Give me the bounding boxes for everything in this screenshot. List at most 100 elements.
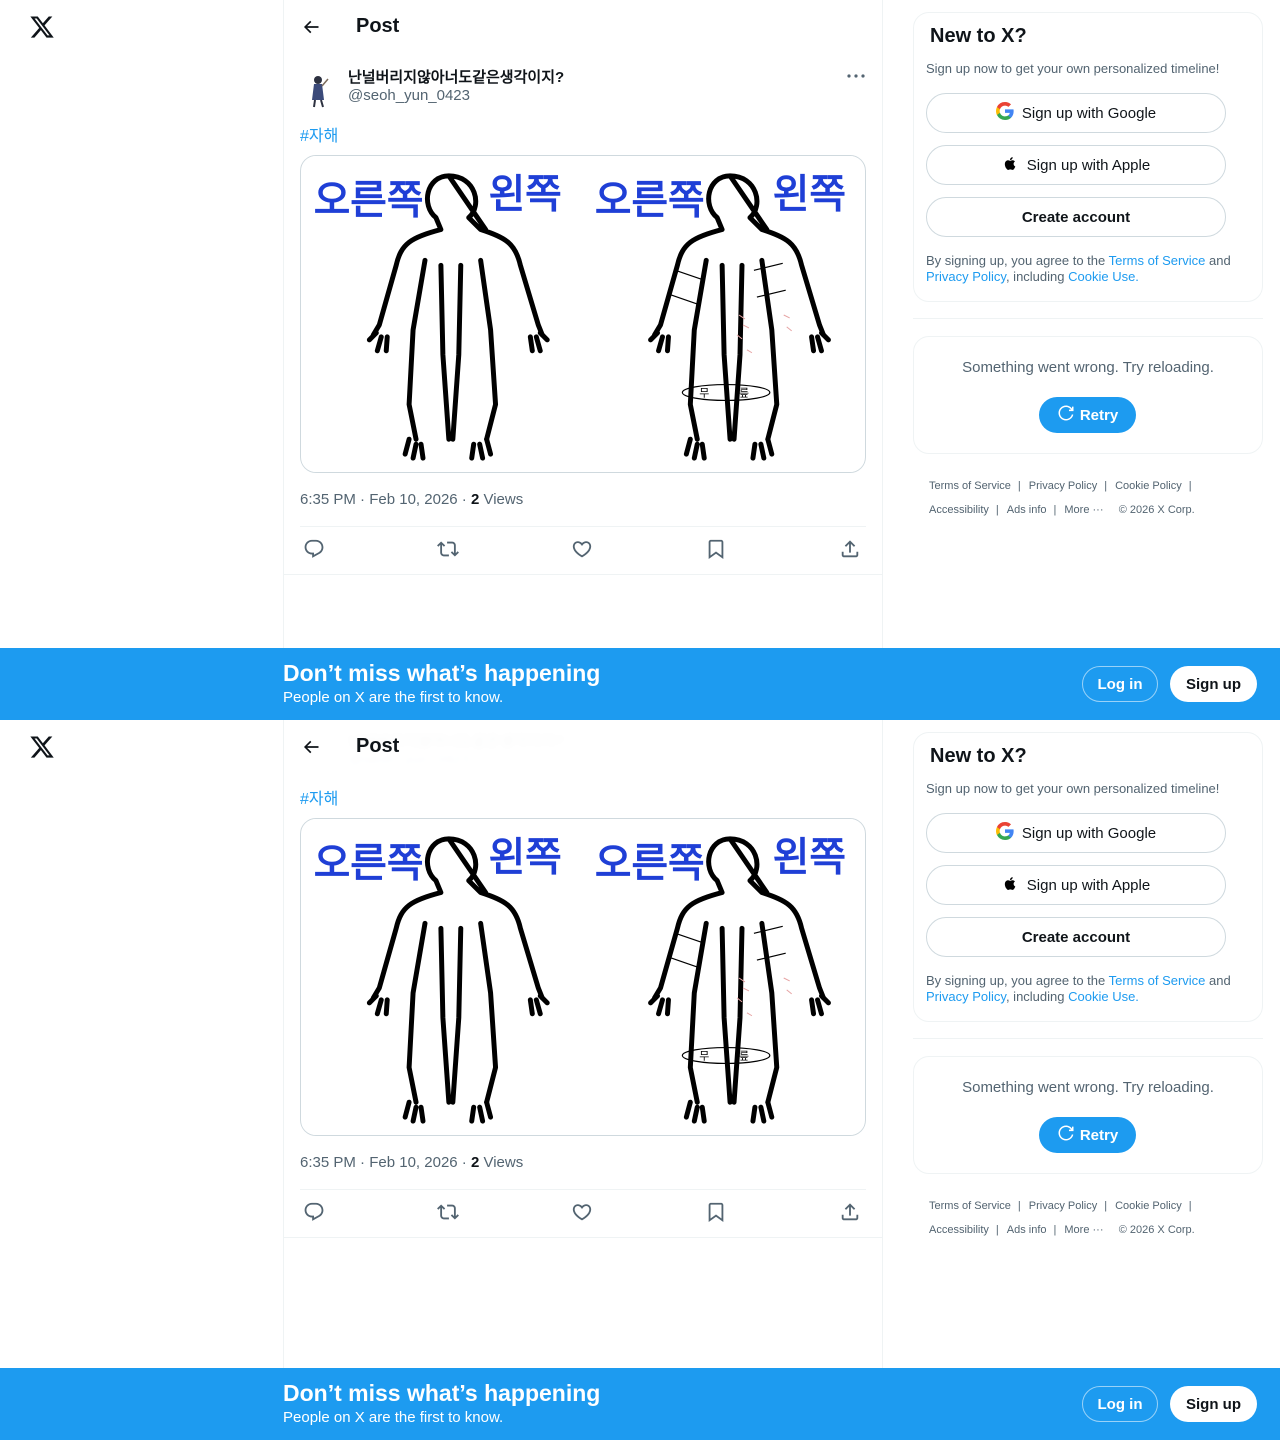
banner-title: Don’t miss what’s happening <box>283 660 601 686</box>
cookie-use-link[interactable]: Cookie Use. <box>1068 989 1139 1004</box>
back-arrow-icon[interactable] <box>301 737 321 757</box>
avatar[interactable] <box>300 70 340 110</box>
footer-separator: | <box>995 1224 999 1236</box>
google-icon <box>995 102 1014 124</box>
footer-accessibility-link[interactable]: Accessibility <box>929 1224 989 1236</box>
footer-copyright: © 2026 X Corp. <box>1118 504 1195 516</box>
share-icon[interactable] <box>839 1201 863 1225</box>
retry-button[interactable]: Retry <box>1039 1117 1136 1153</box>
signup-apple-label: Sign up with Apple <box>1026 156 1151 174</box>
error-card: Something went wrong. Try reloading. Ret… <box>913 336 1263 454</box>
banner-title: Don’t miss what’s happening <box>283 1380 601 1406</box>
login-button[interactable]: Log in <box>1082 666 1158 702</box>
footer-separator: | <box>1017 1200 1021 1212</box>
footer-privacy-link[interactable]: Privacy Policy <box>1029 1200 1097 1212</box>
share-icon[interactable] <box>839 538 863 562</box>
footer-more-link[interactable]: More ··· <box>1064 504 1103 516</box>
signup-google-button[interactable]: Sign up with Google <box>926 813 1226 853</box>
signup-button[interactable]: Sign up <box>1170 1386 1257 1422</box>
image-label-left-a: 왼쪽 <box>489 172 562 218</box>
legal-and: and <box>1205 973 1231 988</box>
login-banner: Don’t miss what’s happening People on X … <box>0 648 1280 720</box>
footer-ads-link[interactable]: Ads info <box>1007 504 1047 516</box>
post-image[interactable]: 오른쪽 왼쪽 오른쪽 왼쪽 무 릎 <box>300 818 866 1136</box>
primary-column: Post 난널버리지않아너도같은생각이지? @seoh_yun_0423 #자해 <box>283 720 883 1440</box>
footer-accessibility-link[interactable]: Accessibility <box>929 504 989 516</box>
terms-link[interactable]: Terms of Service <box>1109 253 1206 268</box>
footer-more-label: More <box>1064 504 1090 516</box>
bookmark-icon[interactable] <box>705 538 729 562</box>
post-image[interactable]: 오른쪽 왼쪽 오른쪽 왼쪽 무 릎 <box>300 155 866 473</box>
hashtag-link[interactable]: #자해 <box>300 785 338 809</box>
footer-terms-link[interactable]: Terms of Service <box>929 1200 1011 1212</box>
footer-separator: | <box>1188 480 1192 492</box>
more-dots-icon: ··· <box>1092 1224 1104 1236</box>
image-mark-knee-left: 무 <box>699 1049 709 1062</box>
more-dots-icon: ··· <box>1092 504 1104 516</box>
legal-prefix: By signing up, you agree to the <box>926 253 1109 268</box>
footer-separator: | <box>1053 1224 1057 1236</box>
post-header: Post <box>284 0 882 53</box>
author-display-name[interactable]: 난널버리지않아너도같은생각이지? <box>348 66 564 87</box>
signup-google-button[interactable]: Sign up with Google <box>926 93 1226 133</box>
privacy-link[interactable]: Privacy Policy <box>926 989 1006 1004</box>
footer-separator: | <box>1104 480 1108 492</box>
sidebar-footer: Terms of Service | Privacy Policy | Cookie P… <box>929 1194 1249 1242</box>
apple-icon <box>1002 875 1019 896</box>
bookmark-icon[interactable] <box>705 1201 729 1225</box>
footer-more-link[interactable]: More ··· <box>1064 1224 1103 1236</box>
signup-button[interactable]: Sign up <box>1170 666 1257 702</box>
login-button[interactable]: Log in <box>1082 1386 1158 1422</box>
footer-privacy-link[interactable]: Privacy Policy <box>1029 480 1097 492</box>
primary-column: Post 난널버리지않아너도같은생각이지? @seoh_yun_0423 #자해 <box>283 0 883 720</box>
views-label: Views <box>483 491 524 508</box>
banner-subtitle: People on X are the first to know. <box>283 689 504 706</box>
google-icon <box>995 822 1014 844</box>
create-account-button[interactable]: Create account <box>926 197 1226 237</box>
footer-cookie-link[interactable]: Cookie Policy <box>1115 480 1182 492</box>
apple-icon <box>1002 155 1019 176</box>
signup-apple-button[interactable]: Sign up with Apple <box>926 145 1226 185</box>
footer-cookie-link[interactable]: Cookie Policy <box>1115 1200 1182 1212</box>
reply-icon[interactable] <box>303 538 327 562</box>
like-icon[interactable] <box>571 1201 595 1225</box>
views-label: Views <box>483 1154 524 1171</box>
privacy-link[interactable]: Privacy Policy <box>926 269 1006 284</box>
more-options-icon[interactable] <box>844 66 868 86</box>
post-meta: 6:35 PM · Feb 10, 2026 · 2 Views <box>300 1154 524 1171</box>
image-label-left-a: 왼쪽 <box>489 835 562 881</box>
terms-link[interactable]: Terms of Service <box>1109 973 1206 988</box>
reply-icon[interactable] <box>303 1201 327 1225</box>
signup-card: New to X? Sign up now to get your own pe… <box>913 12 1263 302</box>
author-handle[interactable]: @seoh_yun_0423 <box>348 87 470 104</box>
signup-apple-button[interactable]: Sign up with Apple <box>926 865 1226 905</box>
cookie-use-link[interactable]: Cookie Use. <box>1068 269 1139 284</box>
error-message: Something went wrong. Try reloading. <box>962 359 1214 376</box>
signup-subtitle: Sign up now to get your own personalized… <box>926 61 1220 76</box>
repost-icon[interactable] <box>437 1201 461 1225</box>
create-account-button[interactable]: Create account <box>926 917 1226 957</box>
footer-separator: | <box>995 504 999 516</box>
footer-terms-link[interactable]: Terms of Service <box>929 480 1011 492</box>
signup-subtitle: Sign up now to get your own personalized… <box>926 781 1220 796</box>
repost-icon[interactable] <box>437 538 461 562</box>
post-date[interactable]: Feb 10, 2026 <box>369 491 457 508</box>
post-date[interactable]: Feb 10, 2026 <box>369 1154 457 1171</box>
legal-including: , including <box>1005 989 1069 1004</box>
post-time[interactable]: 6:35 PM <box>300 491 356 508</box>
image-mark-knee-left: 무 <box>699 386 709 399</box>
retry-button[interactable]: Retry <box>1039 397 1136 433</box>
error-message: Something went wrong. Try reloading. <box>962 1079 1214 1096</box>
hashtag-link[interactable]: #자해 <box>300 122 338 146</box>
view-count: 2 <box>470 491 480 508</box>
divider <box>300 526 866 527</box>
like-icon[interactable] <box>571 538 595 562</box>
image-label-left-b: 왼쪽 <box>773 835 846 881</box>
footer-ads-link[interactable]: Ads info <box>1007 1224 1047 1236</box>
back-arrow-icon[interactable] <box>301 17 321 37</box>
x-logo-icon[interactable] <box>29 734 55 760</box>
signup-google-label: Sign up with Google <box>1021 104 1157 122</box>
image-label-right-b: 오른쪽 <box>595 178 705 224</box>
post-time[interactable]: 6:35 PM <box>300 1154 356 1171</box>
x-logo-icon[interactable] <box>29 14 55 40</box>
